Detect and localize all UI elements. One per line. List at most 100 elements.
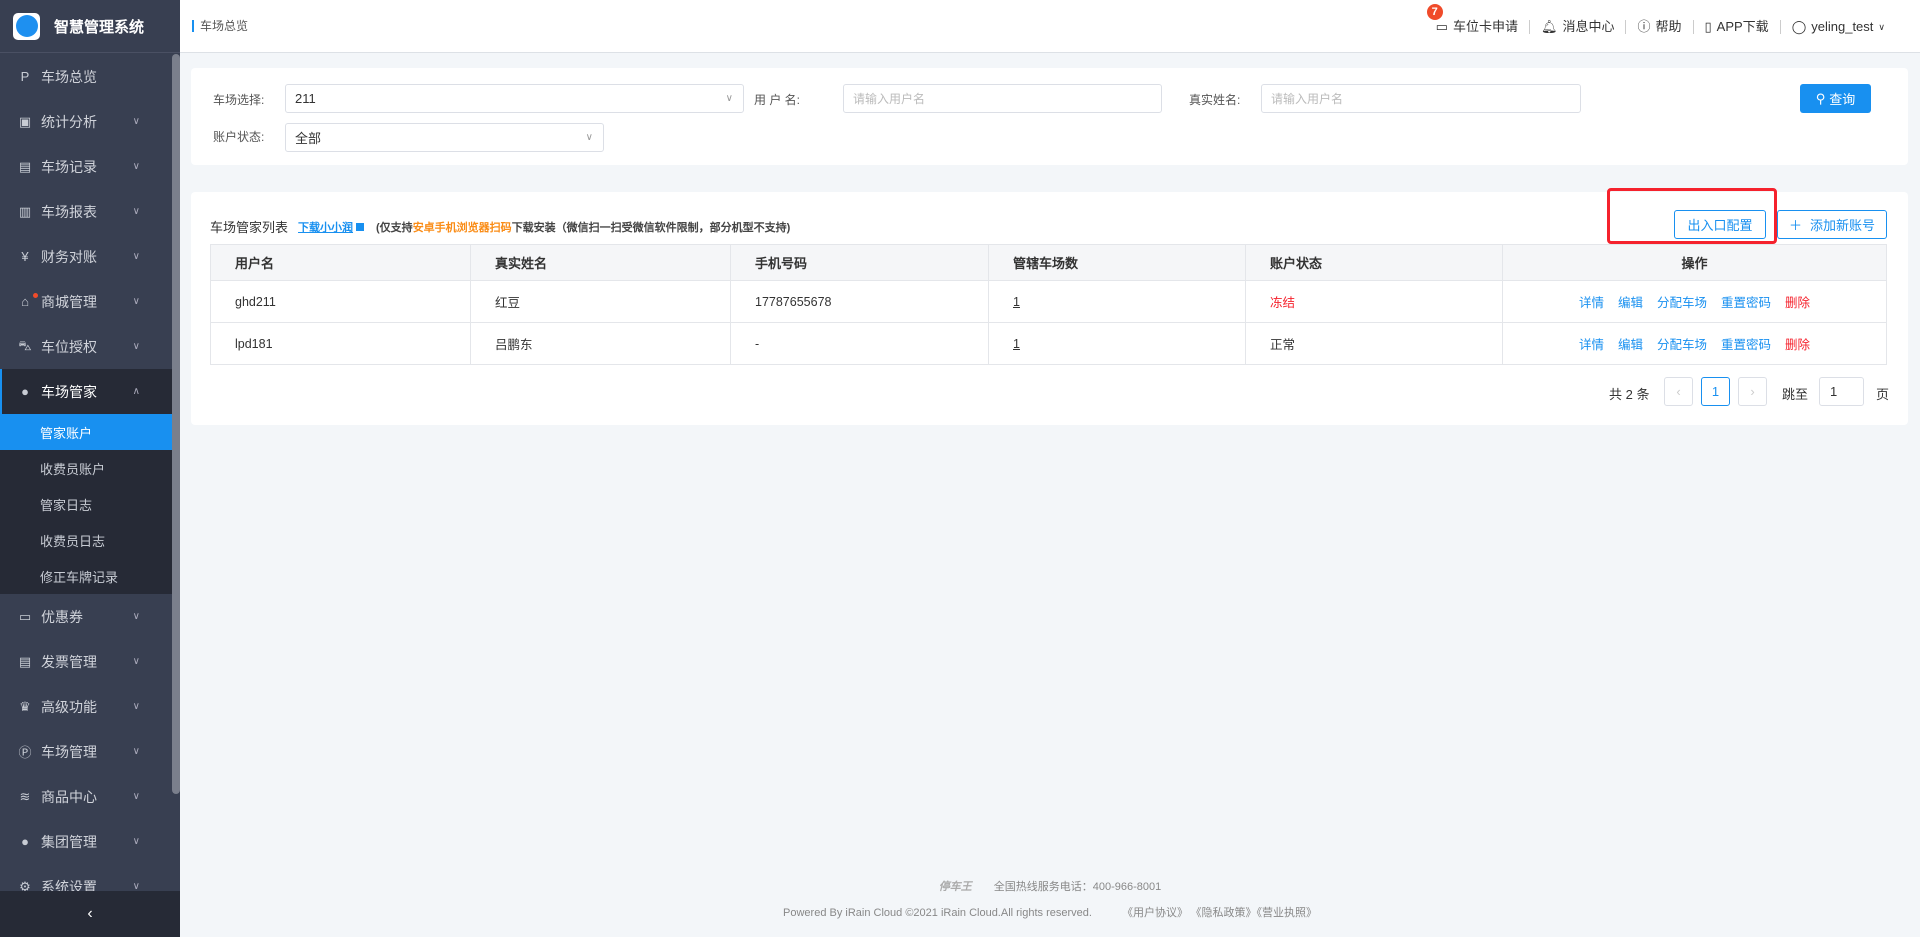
- download-app-link[interactable]: 下载小小润: [298, 219, 353, 235]
- column-header: 操作: [1502, 244, 1887, 281]
- username-label: 用 户 名:: [754, 93, 801, 107]
- column-header: 用户名: [210, 244, 471, 281]
- chevron-down-icon: ∨: [132, 161, 140, 172]
- delete-link[interactable]: 删除: [1785, 296, 1810, 310]
- jump-page-input[interactable]: 1: [1819, 377, 1864, 406]
- table-header: 用户名 真实姓名 手机号码 管辖车场数 账户状态 操作: [210, 244, 1887, 281]
- search-label: 查询: [1829, 92, 1856, 107]
- chevron-down-icon: ∨: [132, 206, 140, 217]
- sidebar-item-label: 车场记录: [41, 158, 97, 175]
- cell-username: ghd211: [210, 280, 471, 323]
- help-link[interactable]: ⓘ 帮助: [1626, 18, 1694, 34]
- sidebar-item-6[interactable]: ⛍ 车位授权 ∨: [0, 324, 172, 369]
- assign-lot-link[interactable]: 分配车场: [1657, 338, 1707, 352]
- sidebar-item-label: 发票管理: [41, 653, 97, 670]
- reset-password-link[interactable]: 重置密码: [1721, 296, 1771, 310]
- chevron-down-icon: ∨: [132, 656, 140, 667]
- submenu-item-4[interactable]: 修正车牌记录: [0, 558, 172, 594]
- cell-operations: 详情 编辑 分配车场 重置密码 删除: [1502, 280, 1887, 323]
- messages-link[interactable]: 🔔︎ 消息中心: [1530, 19, 1627, 34]
- sidebar-item-label: 财务对账: [41, 248, 97, 265]
- plus-icon: ＋: [1788, 218, 1802, 233]
- sidebar-item-9[interactable]: ▤ 发票管理 ∨: [0, 639, 172, 684]
- qrcode-icon[interactable]: [356, 222, 365, 231]
- submenu-item-3[interactable]: 收费员日志: [0, 522, 172, 558]
- sidebar-item-1[interactable]: ▣ 统计分析 ∨: [0, 99, 172, 144]
- cell-realname: 红豆: [470, 280, 731, 323]
- cell-lot-count-link[interactable]: 1: [1013, 295, 1020, 309]
- breadcrumb[interactable]: 车场总览: [192, 20, 248, 32]
- search-button[interactable]: ⚲ 查询: [1800, 84, 1871, 113]
- column-header: 账户状态: [1245, 244, 1503, 281]
- sidebar-item-label: 车位授权: [41, 338, 97, 355]
- sidebar-item-2[interactable]: ▤ 车场记录 ∨: [0, 144, 172, 189]
- column-header: 管辖车场数: [988, 244, 1246, 281]
- sidebar-item-10[interactable]: ♛ 高级功能 ∨: [0, 684, 172, 729]
- list-title: 车场管家列表: [210, 220, 289, 235]
- submenu-item-0[interactable]: 管家账户: [0, 414, 172, 450]
- sidebar-item-3[interactable]: ▥ 车场报表 ∨: [0, 189, 172, 234]
- shop-icon: ⌂: [21, 294, 29, 309]
- submenu-item-2[interactable]: 管家日志: [0, 486, 172, 522]
- detail-link[interactable]: 详情: [1579, 338, 1604, 352]
- chevron-down-icon: ∨: [132, 611, 140, 622]
- help-icon: ⓘ: [1637, 18, 1651, 34]
- sidebar-item-5[interactable]: ⌂ 商城管理 ∨: [0, 279, 172, 324]
- app-download-link[interactable]: ▯ APP下载: [1694, 18, 1781, 34]
- chevron-down-icon: ∨: [725, 93, 733, 104]
- user-agreement-link[interactable]: 《用户协议》: [1122, 907, 1188, 919]
- reset-password-link[interactable]: 重置密码: [1721, 338, 1771, 352]
- cell-lot-count-link[interactable]: 1: [1013, 337, 1020, 351]
- next-page-button[interactable]: ›: [1738, 377, 1767, 406]
- edit-link[interactable]: 编辑: [1618, 296, 1643, 310]
- notification-badge: 7: [1426, 3, 1443, 20]
- realname-input[interactable]: 请输入用户名: [1261, 84, 1581, 113]
- detail-link[interactable]: 详情: [1579, 296, 1604, 310]
- delete-link[interactable]: 删除: [1785, 338, 1810, 352]
- privacy-policy-link[interactable]: 《隐私政策》: [1196, 907, 1257, 919]
- username-input[interactable]: 请输入用户名: [843, 84, 1162, 113]
- status-select[interactable]: 全部 ∨: [285, 123, 604, 152]
- layers-icon: ≋: [19, 788, 31, 804]
- sidebar-item-12[interactable]: ≋ 商品中心 ∨: [0, 774, 172, 819]
- edit-link[interactable]: 编辑: [1618, 338, 1643, 352]
- sidebar-item-13[interactable]: ● 集团管理 ∨: [0, 819, 172, 864]
- sidebar-item-0[interactable]: P 车场总览: [0, 54, 172, 99]
- app-title: 智慧管理系统: [54, 18, 145, 36]
- column-header: 真实姓名: [470, 244, 731, 281]
- card-apply-link[interactable]: 7 ▭ 车位卡申请: [1425, 3, 1530, 34]
- business-license-link[interactable]: 《营业执照》: [1256, 907, 1317, 919]
- add-account-button[interactable]: ＋ 添加新账号: [1777, 210, 1887, 239]
- group-icon: ●: [21, 834, 29, 849]
- report-icon: ▥: [18, 203, 32, 219]
- sidebar-item-7[interactable]: ● 车场管家 ∧: [0, 369, 172, 414]
- page-1-button[interactable]: 1: [1701, 377, 1730, 406]
- sidebar-item-label: 高级功能: [41, 698, 97, 715]
- prev-page-button[interactable]: ‹: [1664, 377, 1693, 406]
- chevron-down-icon: ∨: [132, 746, 140, 757]
- help-label: 帮助: [1655, 18, 1682, 34]
- user-menu[interactable]: ◯ yeling_test ∨: [1781, 19, 1896, 34]
- entrance-config-button[interactable]: 出入口配置: [1674, 210, 1766, 239]
- submenu-manager: 管家账户 收费员账户 管家日志 收费员日志 修正车牌记录: [0, 414, 172, 594]
- note-highlight: 安卓手机浏览器扫码: [412, 221, 512, 234]
- chevron-down-icon: ∨: [132, 341, 140, 352]
- file-icon: ▤: [18, 158, 32, 174]
- copyright: Powered By iRain Cloud ©2021 iRain Cloud…: [783, 907, 1092, 919]
- sidebar-scrollbar[interactable]: [172, 54, 180, 794]
- submenu-item-1[interactable]: 收费员账户: [0, 450, 172, 486]
- chevron-down-icon: ∨: [132, 701, 140, 712]
- p-circle-icon: Ⓟ: [18, 745, 32, 760]
- sidebar-item-11[interactable]: Ⓟ 车场管理 ∨: [0, 729, 172, 774]
- chevron-down-icon: ∨: [132, 116, 140, 127]
- add-account-label: 添加新账号: [1810, 218, 1876, 233]
- lot-select[interactable]: 211 ∨: [285, 84, 744, 113]
- phone-icon: ▯: [1704, 18, 1712, 34]
- logo-icon: [13, 12, 40, 40]
- sidebar-item-8[interactable]: ▭ 优惠券 ∨: [0, 594, 172, 639]
- collapse-sidebar-button[interactable]: ‹: [0, 891, 180, 937]
- sidebar-item-4[interactable]: ¥ 财务对账 ∨: [0, 234, 172, 279]
- assign-lot-link[interactable]: 分配车场: [1657, 296, 1707, 310]
- sidebar-item-label: 集团管理: [41, 833, 97, 850]
- car-icon: ⛍: [18, 337, 32, 353]
